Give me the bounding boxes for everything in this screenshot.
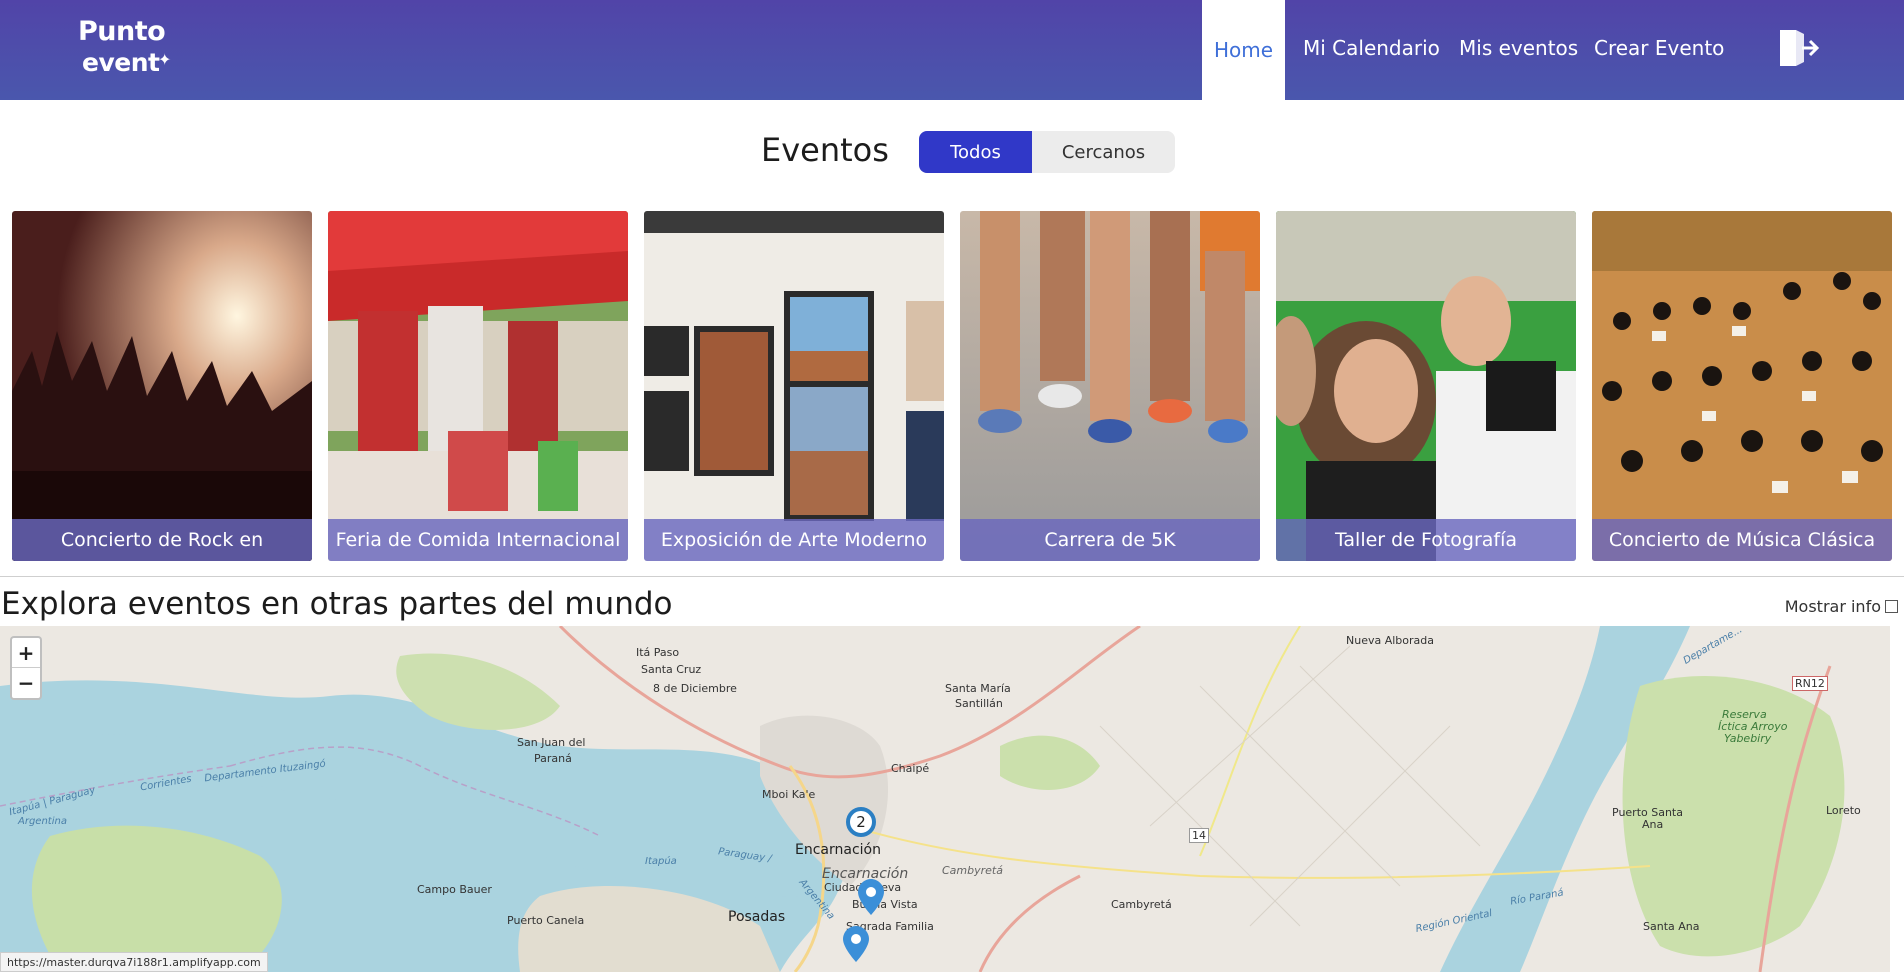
map-label: Santillán bbox=[955, 697, 1003, 710]
event-card-title: Concierto de Rock en bbox=[12, 519, 312, 561]
event-card[interactable]: Carrera de 5K bbox=[960, 211, 1260, 561]
map-label: Cambyretá bbox=[1111, 898, 1172, 911]
event-card[interactable]: Concierto de Rock en bbox=[12, 211, 312, 561]
map-label: San Juan del bbox=[517, 736, 586, 749]
event-card[interactable]: Exposición de Arte Moderno bbox=[644, 211, 944, 561]
event-card-title: Carrera de 5K bbox=[960, 519, 1260, 561]
events-filter: Todos Cercanos bbox=[919, 131, 1175, 173]
nav-crear-evento[interactable]: Crear Evento bbox=[1594, 36, 1724, 60]
event-image bbox=[328, 211, 628, 561]
event-card[interactable]: Taller de Fotografía bbox=[1276, 211, 1576, 561]
event-card-title: Taller de Fotografía bbox=[1276, 519, 1576, 561]
map-label: Yabebiry bbox=[1724, 732, 1772, 745]
events-title: Eventos bbox=[761, 131, 889, 169]
logo-line2: event bbox=[82, 48, 160, 77]
event-card[interactable]: Feria de Comida Internacional bbox=[328, 211, 628, 561]
map-label: Ana bbox=[1642, 818, 1664, 831]
map-label: Chaipé bbox=[891, 762, 930, 775]
event-card-title: Concierto de Música Clásica bbox=[1592, 519, 1892, 561]
map-label: Loreto bbox=[1826, 804, 1861, 817]
map-label: Santa Ana bbox=[1643, 920, 1700, 933]
explore-title: Explora eventos en otras partes del mund… bbox=[1, 586, 673, 622]
zoom-control: + − bbox=[10, 636, 42, 700]
event-image bbox=[1592, 211, 1892, 561]
logo-line1: Punto bbox=[78, 16, 166, 47]
map-label: Itapúa bbox=[645, 856, 677, 867]
zoom-out-button[interactable]: − bbox=[12, 668, 40, 698]
map-tiles bbox=[0, 626, 1890, 972]
map-label: Paraná bbox=[534, 752, 572, 765]
map-label: Encarnación bbox=[795, 842, 881, 858]
sparkle-icon: ✦ bbox=[158, 50, 172, 69]
map-label: Mboi Ka'e bbox=[762, 788, 816, 801]
status-bar-url: https://master.durqva7i188r1.amplifyapp.… bbox=[0, 952, 268, 972]
mostrar-info-toggle[interactable]: Mostrar info bbox=[1785, 597, 1898, 616]
filter-cercanos-button[interactable]: Cercanos bbox=[1032, 131, 1175, 173]
map-label: 8 de Diciembre bbox=[653, 682, 737, 695]
event-image bbox=[960, 211, 1260, 561]
nav-home[interactable]: Home bbox=[1202, 0, 1285, 100]
route-shield: RN12 bbox=[1792, 676, 1828, 691]
logout-icon[interactable] bbox=[1776, 26, 1820, 70]
event-image bbox=[1276, 211, 1576, 561]
event-card-title: Feria de Comida Internacional bbox=[328, 519, 628, 561]
section-divider bbox=[0, 576, 1904, 577]
map-label: Argentina bbox=[18, 816, 67, 827]
map-label: Santa Cruz bbox=[641, 663, 702, 676]
event-image bbox=[12, 211, 312, 561]
route-shield: 14 bbox=[1189, 828, 1209, 843]
brand-logo[interactable]: Punto event ✦ bbox=[78, 14, 174, 82]
nav-mi-calendario[interactable]: Mi Calendario bbox=[1303, 36, 1440, 60]
nav-mis-eventos[interactable]: Mis eventos bbox=[1459, 36, 1578, 60]
mostrar-info-checkbox[interactable] bbox=[1885, 600, 1898, 613]
mostrar-info-label: Mostrar info bbox=[1784, 597, 1881, 616]
filter-todos-button[interactable]: Todos bbox=[919, 131, 1032, 173]
navbar: Punto event ✦ Home Mi Calendario Mis eve… bbox=[0, 0, 1904, 100]
map-label: Nueva Alborada bbox=[1346, 634, 1434, 647]
event-card[interactable]: Concierto de Música Clásica bbox=[1592, 211, 1892, 561]
map-label: Cambyretá bbox=[942, 864, 1003, 877]
event-image bbox=[644, 211, 944, 561]
map-pin-icon[interactable] bbox=[843, 926, 869, 962]
map-label: Santa María bbox=[945, 682, 1011, 695]
map-label: Campo Bauer bbox=[417, 883, 492, 896]
world-map[interactable]: Itá Paso Santa Cruz 8 de Diciembre San J… bbox=[0, 626, 1890, 972]
event-card-title: Exposición de Arte Moderno bbox=[644, 519, 944, 561]
map-label: Puerto Canela bbox=[507, 914, 585, 927]
map-label: Posadas bbox=[728, 909, 786, 925]
zoom-in-button[interactable]: + bbox=[12, 638, 40, 668]
map-pin-icon[interactable] bbox=[858, 879, 884, 915]
map-label: Itá Paso bbox=[636, 646, 680, 659]
map-cluster-marker[interactable]: 2 bbox=[846, 807, 876, 837]
